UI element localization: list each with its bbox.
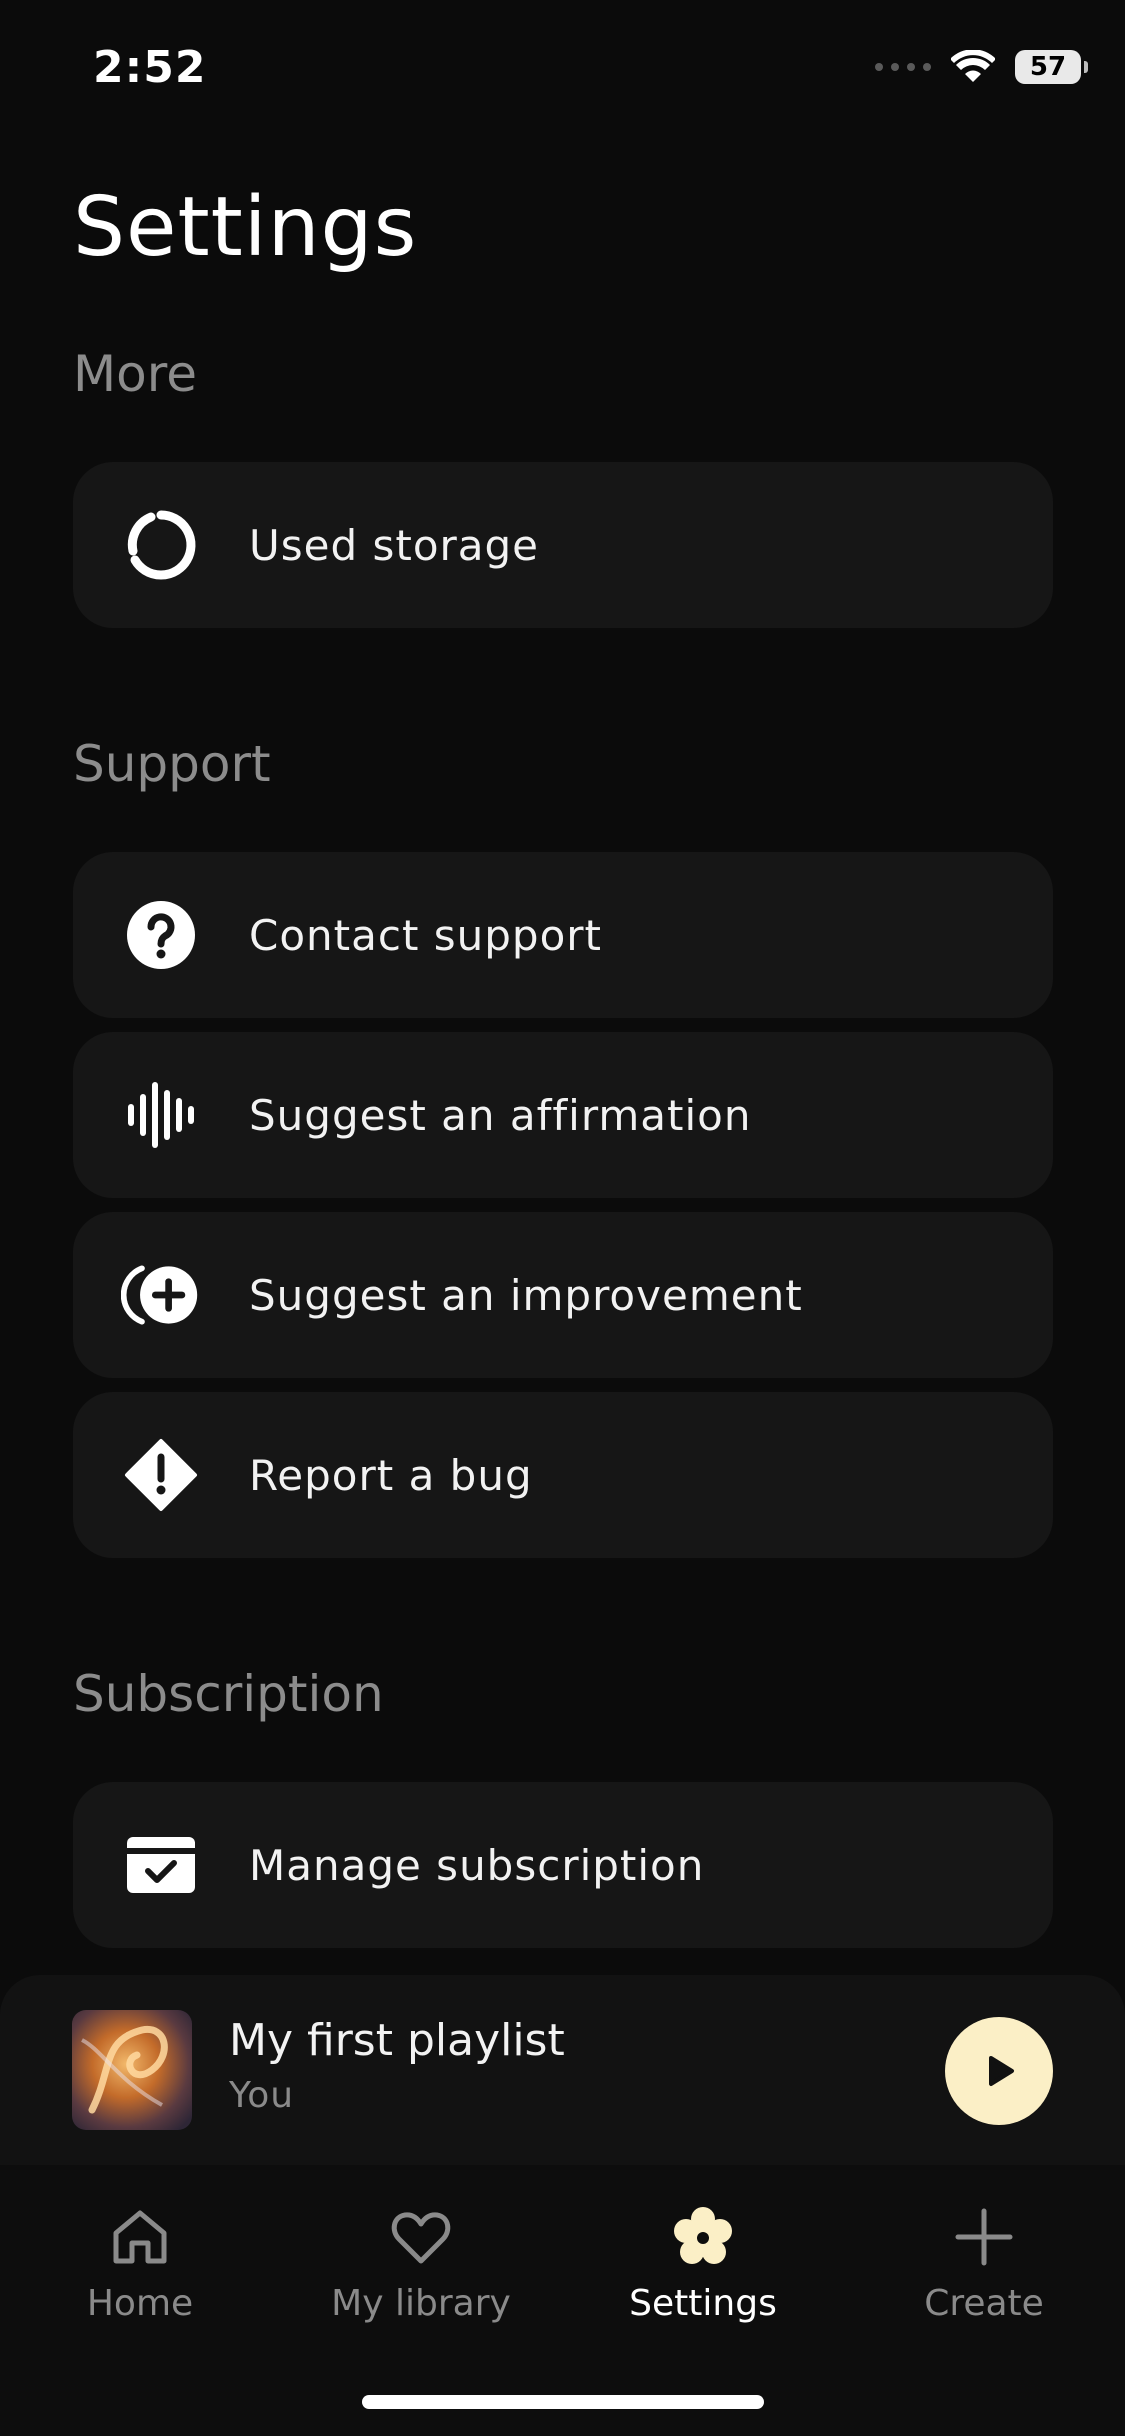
tab-my-library-label: My library <box>331 2283 511 2324</box>
section-title-more: More <box>73 345 197 403</box>
suggest-improvement-row[interactable]: Suggest an improvement <box>73 1212 1053 1378</box>
playlist-artwork <box>72 2010 192 2130</box>
flower-gear-icon <box>674 2207 732 2264</box>
manage-subscription-row[interactable]: Manage subscription <box>73 1782 1053 1948</box>
tab-home-label: Home <box>86 2283 194 2324</box>
suggest-affirmation-label: Suggest an affirmation <box>249 1090 752 1140</box>
plus-icon <box>955 2208 1013 2266</box>
storage-ring-icon <box>121 505 201 585</box>
now-playing-title: My first playlist <box>229 2015 565 2066</box>
tab-my-library[interactable]: My library <box>281 2205 561 2324</box>
card-check-icon <box>121 1825 201 1905</box>
tab-settings-label: Settings <box>629 2283 777 2324</box>
settings-screen: 2:52 57 Settings More Used storage Suppo… <box>0 0 1125 2436</box>
suggest-improvement-label: Suggest an improvement <box>249 1270 803 1320</box>
tab-create-label: Create <box>924 2283 1044 2324</box>
section-title-support: Support <box>73 735 271 793</box>
play-button[interactable] <box>945 2017 1053 2125</box>
home-indicator[interactable] <box>362 2395 764 2409</box>
used-storage-label: Used storage <box>249 520 540 570</box>
question-circle-icon <box>121 895 201 975</box>
cellular-signal-icon <box>875 63 931 71</box>
now-playing-subtitle: You <box>229 2075 295 2116</box>
used-storage-row[interactable]: Used storage <box>73 462 1053 628</box>
contact-support-label: Contact support <box>249 910 603 960</box>
play-icon <box>989 2056 1014 2086</box>
add-circle-icon <box>121 1255 201 1335</box>
manage-subscription-label: Manage subscription <box>249 1840 705 1890</box>
heart-icon <box>391 2212 451 2264</box>
home-icon <box>113 2210 167 2264</box>
tab-home[interactable]: Home <box>0 2205 280 2324</box>
battery-indicator: 57 <box>1015 50 1088 84</box>
report-bug-label: Report a bug <box>249 1450 533 1500</box>
tab-create[interactable]: Create <box>844 2205 1124 2324</box>
audio-wave-icon <box>121 1075 201 1155</box>
warning-diamond-icon <box>121 1435 201 1515</box>
suggest-affirmation-row[interactable]: Suggest an affirmation <box>73 1032 1053 1198</box>
tab-settings[interactable]: Settings <box>563 2205 843 2324</box>
wifi-icon <box>951 50 995 82</box>
page-title: Settings <box>73 180 418 275</box>
section-title-subscription: Subscription <box>73 1665 384 1723</box>
contact-support-row[interactable]: Contact support <box>73 852 1053 1018</box>
report-bug-row[interactable]: Report a bug <box>73 1392 1053 1558</box>
mini-player[interactable]: My first playlist You <box>0 1975 1125 2165</box>
status-time: 2:52 <box>93 42 207 93</box>
status-icons: 57 <box>875 50 1088 84</box>
